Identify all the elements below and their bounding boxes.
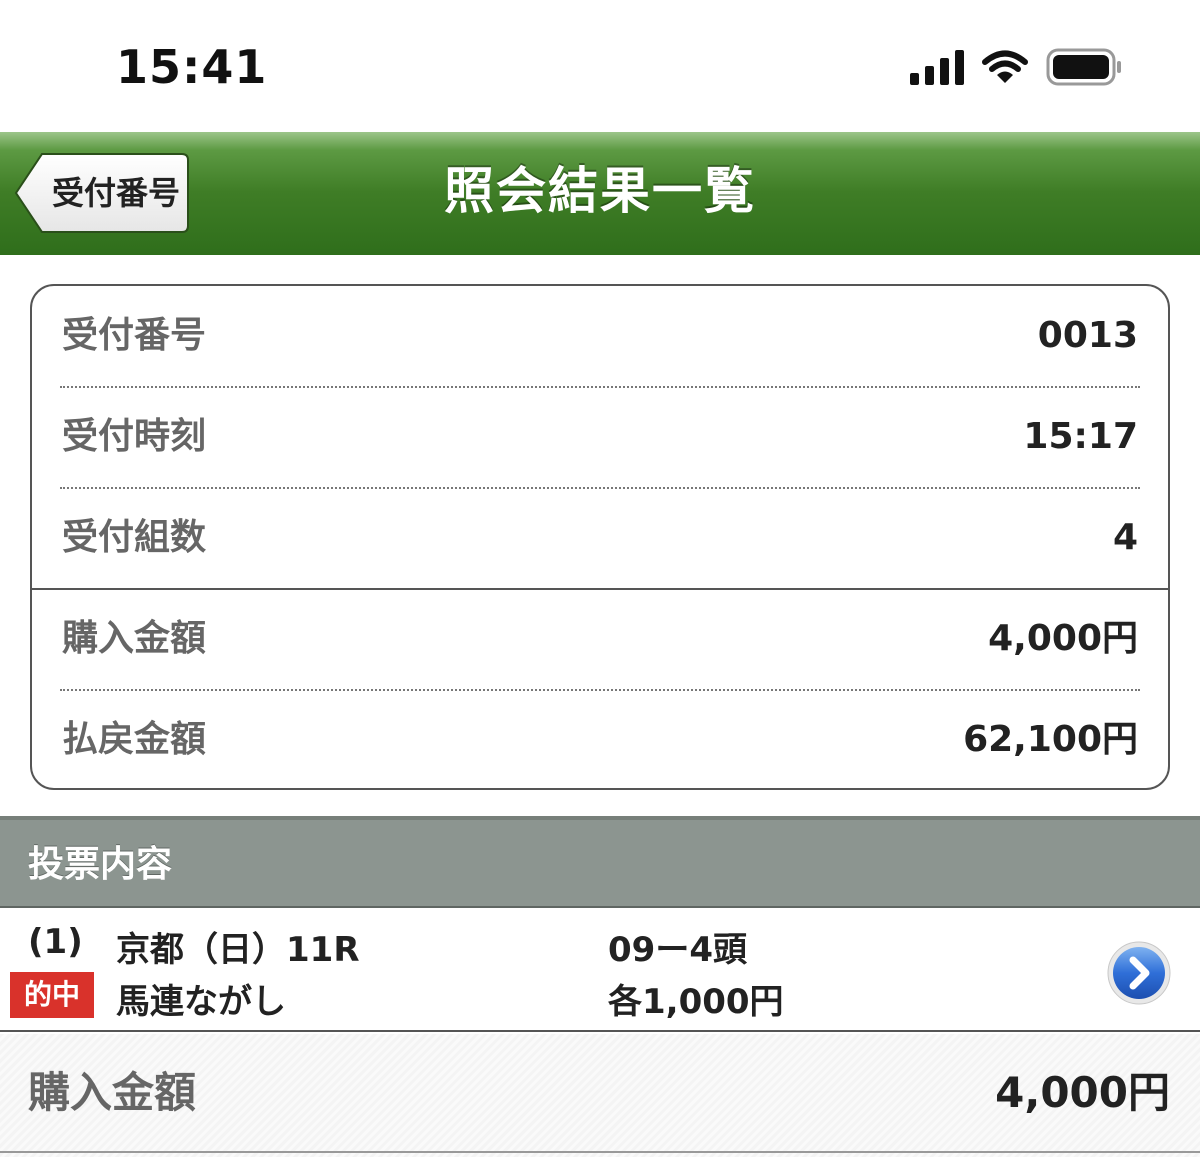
battery-icon <box>1046 48 1122 86</box>
info-value: 62,100円 <box>963 719 1138 760</box>
info-row-purchase-amount: 購入金額 4,000円 <box>32 589 1168 689</box>
info-value: 4,000円 <box>988 618 1138 659</box>
info-label: 受付時刻 <box>62 416 207 457</box>
info-value: 0013 <box>1037 315 1138 356</box>
info-row-receipt-time: 受付時刻 15:17 <box>32 387 1168 487</box>
section-header: 投票内容 <box>0 816 1200 908</box>
info-value: 15:17 <box>1023 416 1138 457</box>
total-value: 4,000円 <box>995 1068 1170 1117</box>
signal-icon <box>910 49 964 85</box>
section-title: 投票内容 <box>28 844 173 885</box>
total-row: 購入金額 4,000円 <box>0 1034 1200 1157</box>
navigation-bar: 受付番号 照会結果一覧 <box>0 132 1200 255</box>
info-row-ticket-count: 受付組数 4 <box>32 488 1168 588</box>
hit-badge: 的中 <box>10 972 94 1018</box>
status-icons <box>910 48 1122 86</box>
status-bar: 15:41 <box>0 0 1200 132</box>
bet-list-item[interactable]: (1) 京都（日）11R 馬連ながし 09ー4頭 各1,000円 <box>0 908 1200 1032</box>
chevron-right-icon[interactable] <box>1106 940 1172 1006</box>
page-title: 照会結果一覧 <box>444 162 756 220</box>
info-row-payout-amount: 払戻金額 62,100円 <box>32 690 1168 788</box>
info-label: 受付番号 <box>62 315 207 356</box>
status-time: 15:41 <box>116 40 268 94</box>
wifi-icon <box>982 49 1028 85</box>
total-label: 購入金額 <box>28 1068 197 1117</box>
info-label: 購入金額 <box>62 618 207 659</box>
receipt-summary-card: 受付番号 0013 受付時刻 15:17 受付組数 4 購入金額 4,000円 … <box>30 284 1170 790</box>
info-label: 受付組数 <box>62 517 207 558</box>
bet-type: 馬連ながし <box>116 982 286 1022</box>
info-row-receipt-number: 受付番号 0013 <box>32 286 1168 386</box>
bet-number: (1) <box>28 922 83 962</box>
bet-race: 京都（日）11R <box>116 930 360 970</box>
info-label: 払戻金額 <box>62 719 207 760</box>
info-value: 4 <box>1112 517 1138 558</box>
bet-combination: 09ー4頭 <box>608 930 747 970</box>
bet-amount: 各1,000円 <box>608 982 784 1022</box>
